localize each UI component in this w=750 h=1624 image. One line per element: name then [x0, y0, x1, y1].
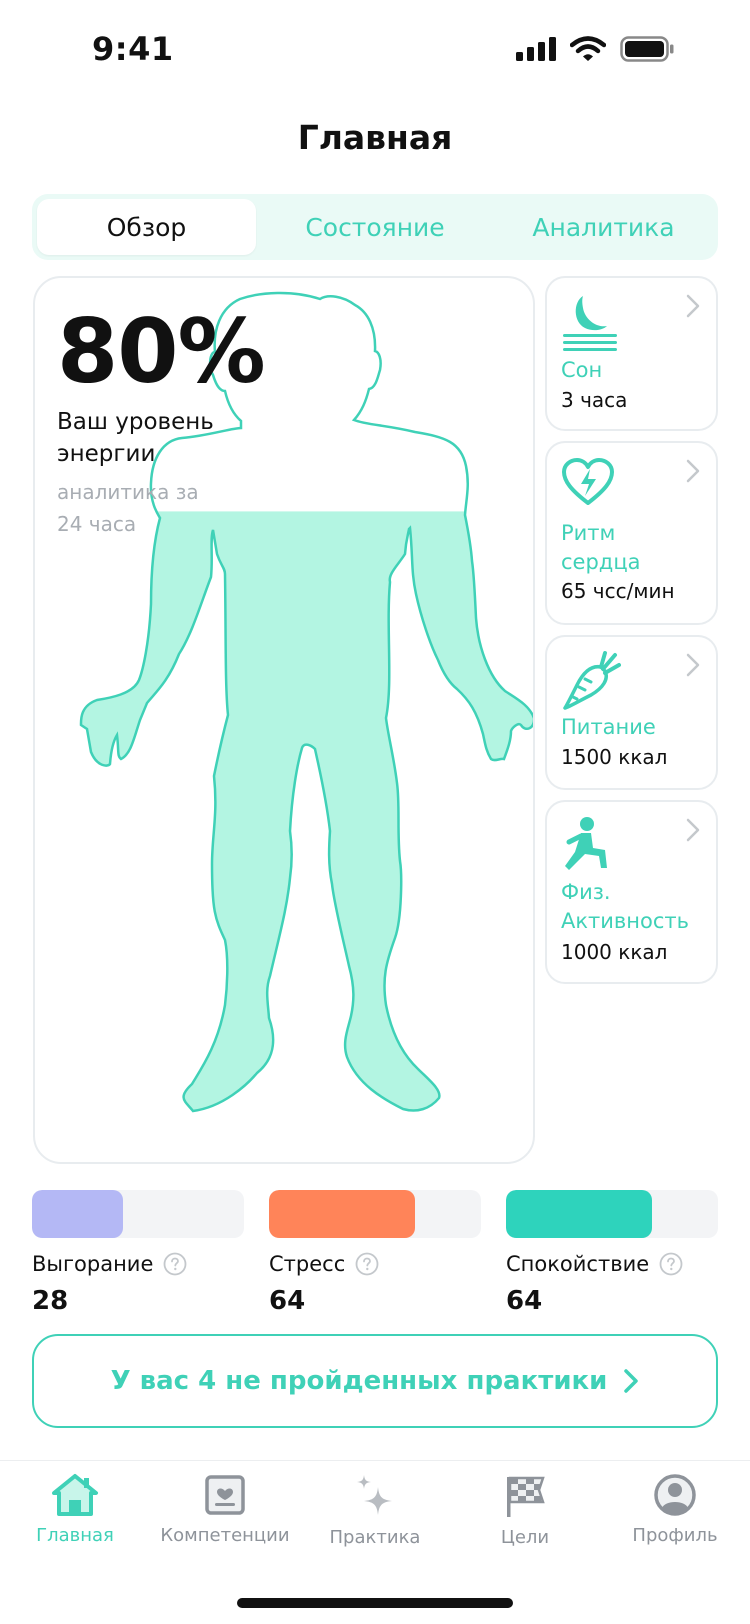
chevron-right-icon: [686, 818, 700, 842]
nutrition-label: Питание: [561, 715, 656, 739]
stress-value: 64: [269, 1286, 306, 1316]
heart-rate-card[interactable]: Ритм сердца 65 чсс/мин: [545, 441, 718, 625]
pending-practices-button[interactable]: У вас 4 не пройденных практики: [32, 1334, 718, 1428]
segmented-tabs: Обзор Состояние Аналитика: [32, 194, 718, 260]
pending-practices-text: У вас 4 не пройденных практики: [110, 1366, 608, 1396]
help-icon[interactable]: [163, 1252, 187, 1276]
energy-label: Ваш уровень энергии: [57, 409, 214, 467]
sleep-card[interactable]: Сон 3 часа: [545, 276, 718, 431]
metric-stress: Стресс 64: [269, 1190, 481, 1316]
home-icon: [52, 1474, 98, 1516]
nutrition-card[interactable]: Питание 1500 ккал: [545, 635, 718, 790]
tabbar-goals-label: Цели: [500, 1527, 550, 1548]
tabbar-home-label: Главная: [36, 1525, 114, 1546]
energy-sublabel: аналитика за 24 часа: [57, 480, 199, 536]
chevron-right-icon: [686, 459, 700, 483]
help-icon[interactable]: [659, 1252, 683, 1276]
tabbar-home[interactable]: Главная: [0, 1473, 150, 1546]
battery-icon: [620, 36, 674, 62]
nutrition-value: 1500 ккал: [561, 745, 668, 769]
exercise-icon: [565, 817, 607, 870]
calm-value: 64: [506, 1286, 543, 1316]
energy-fill: [80, 511, 533, 1111]
stress-bar-fill: [269, 1190, 416, 1238]
tabbar-practice-label: Практика: [329, 1527, 421, 1548]
home-indicator: [237, 1598, 513, 1608]
chevron-right-icon: [686, 294, 700, 318]
metric-calm: Спокойствие 64: [506, 1190, 718, 1316]
checkered-flag-icon: [507, 1476, 545, 1517]
tabbar-profile-label: Профиль: [632, 1525, 718, 1546]
energy-card: 80% Ваш уровень энергии аналитика за 24 …: [33, 276, 535, 1164]
burnout-bar-fill: [32, 1190, 124, 1238]
metric-burnout: Выгорание 28: [32, 1190, 244, 1316]
bottom-tab-bar: Главная Компетенции Практика Цели Профил…: [0, 1460, 750, 1624]
status-bar: 9:41: [0, 0, 750, 100]
tabbar-profile[interactable]: Профиль: [600, 1473, 750, 1546]
tabbar-practice[interactable]: Практика: [300, 1473, 450, 1548]
activity-label: Физ. Активность: [561, 880, 690, 933]
burnout-value: 28: [32, 1286, 69, 1316]
tab-state[interactable]: Состояние: [265, 199, 485, 255]
tabbar-competence[interactable]: Компетенции: [150, 1473, 300, 1546]
page-title: Главная: [297, 118, 453, 157]
status-time: 9:41: [92, 30, 174, 68]
competence-icon: [205, 1475, 245, 1515]
calm-bar: [506, 1190, 718, 1238]
stress-label: Стресс: [269, 1252, 346, 1276]
sleep-value: 3 часа: [561, 388, 628, 412]
wifi-icon: [570, 36, 606, 61]
tab-analytics[interactable]: Аналитика: [494, 199, 713, 255]
heart-rate-label: Ритм сердца: [561, 521, 641, 574]
moon-icon: [563, 296, 617, 351]
profile-icon: [654, 1474, 696, 1516]
calm-label: Спокойствие: [506, 1252, 650, 1276]
burnout-label: Выгорание: [32, 1252, 154, 1276]
sparkles-icon: [357, 1475, 392, 1515]
status-icons: [516, 36, 674, 62]
activity-card[interactable]: Физ. Активность 1000 ккал: [545, 800, 718, 984]
carrot-icon: [563, 651, 621, 710]
chevron-right-icon: [624, 1369, 639, 1393]
stress-bar: [269, 1190, 481, 1238]
chevron-right-icon: [686, 653, 700, 677]
help-icon[interactable]: [355, 1252, 379, 1276]
cellular-signal-icon: [516, 37, 556, 61]
tabbar-competence-label: Компетенции: [160, 1525, 290, 1546]
tabbar-goals[interactable]: Цели: [450, 1473, 600, 1548]
activity-value: 1000 ккал: [561, 940, 668, 964]
heart-rate-icon: [562, 458, 614, 505]
burnout-bar: [32, 1190, 244, 1238]
tab-overview[interactable]: Обзор: [37, 199, 256, 255]
energy-percentage: 80%: [57, 300, 266, 403]
calm-bar-fill: [506, 1190, 653, 1238]
heart-rate-value: 65 чсс/мин: [561, 579, 675, 603]
sleep-label: Сон: [561, 358, 603, 382]
